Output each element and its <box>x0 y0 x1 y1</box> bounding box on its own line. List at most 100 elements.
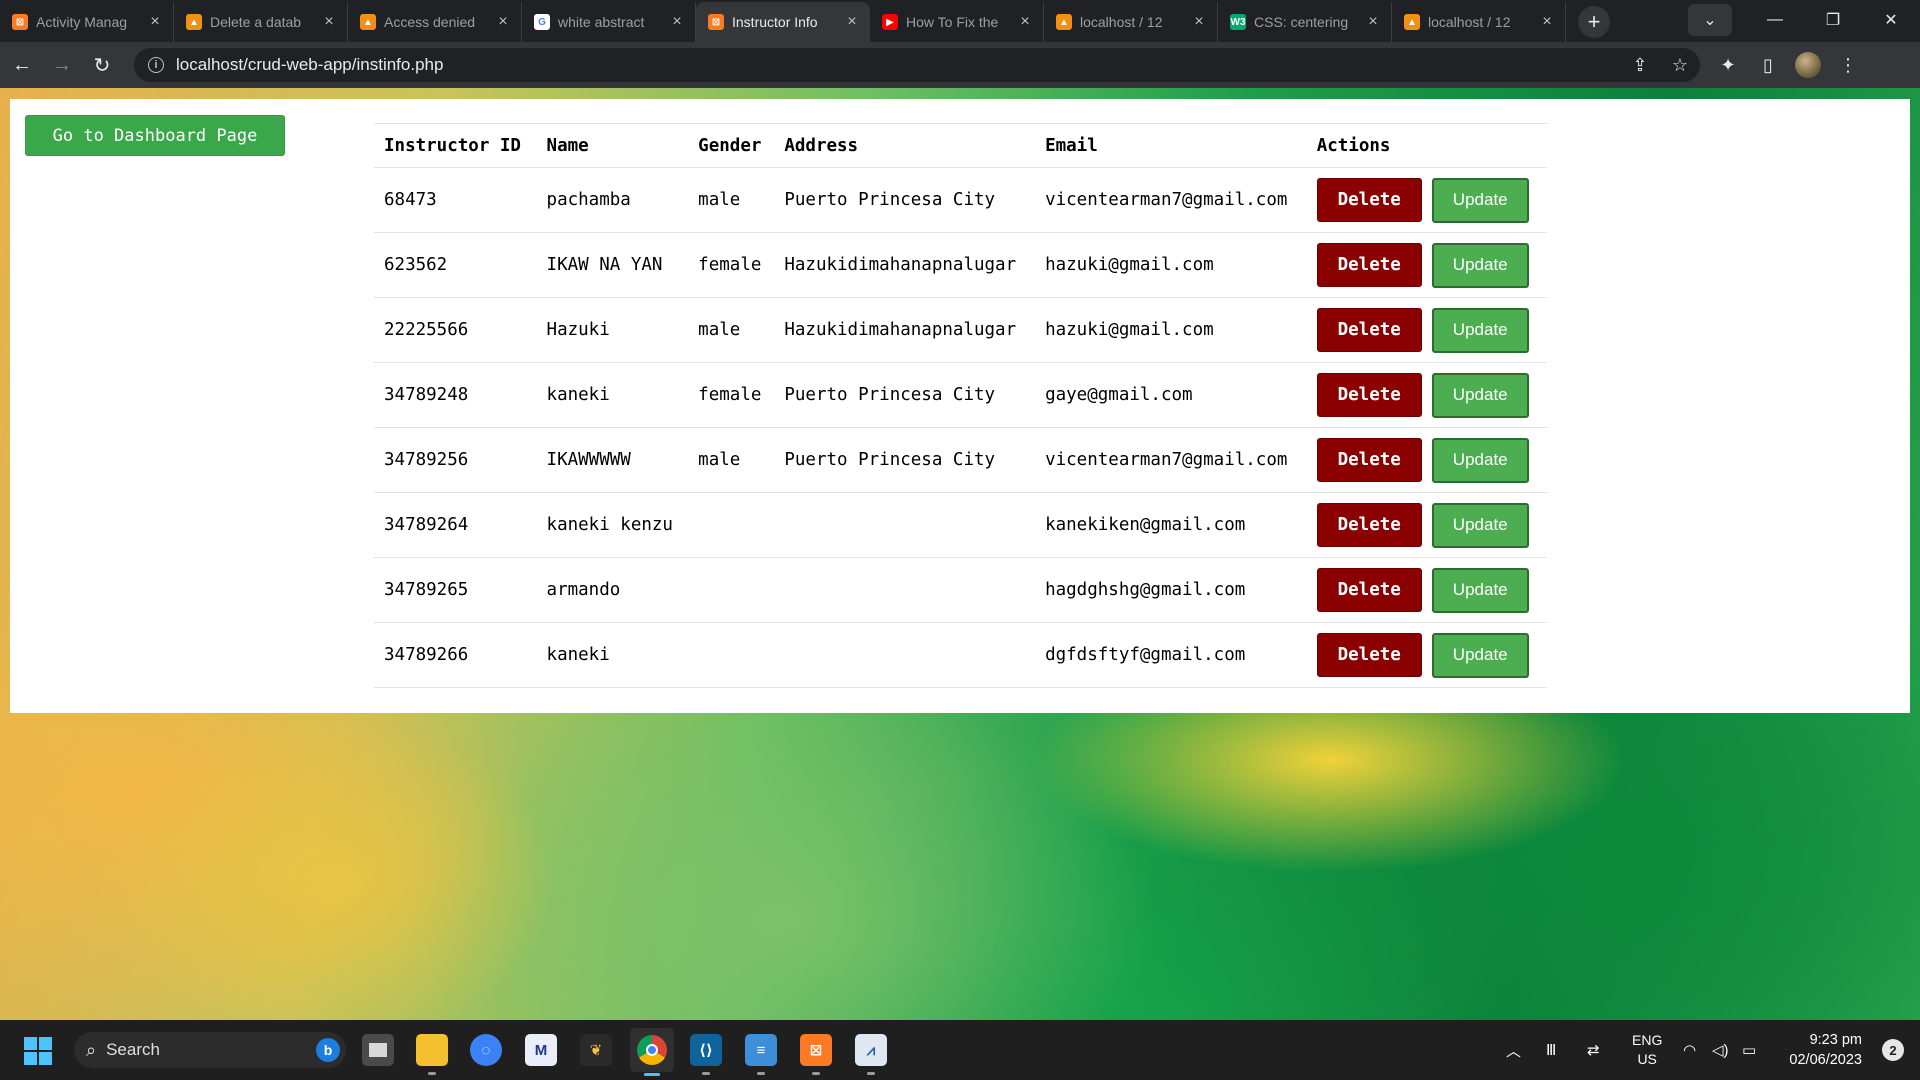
battery-icon[interactable]: ▭ <box>1742 1020 1756 1080</box>
tab-search-button[interactable]: ⌄ <box>1688 4 1732 36</box>
window-controls: ⌄ — ❐ ✕ <box>1688 0 1920 40</box>
cell-address <box>774 492 1036 558</box>
cell-id: 623562 <box>374 232 537 298</box>
delete-button[interactable]: Delete <box>1316 503 1422 547</box>
task-manager-icon[interactable]: ⩘ <box>855 1034 887 1075</box>
task-view-icon[interactable] <box>362 1034 394 1066</box>
cell-gender <box>688 557 775 623</box>
update-button[interactable]: Update <box>1431 242 1529 288</box>
browser-tab[interactable]: W3 CSS: centering × <box>1218 2 1392 42</box>
cell-address <box>774 557 1036 623</box>
delete-button[interactable]: Delete <box>1316 568 1422 612</box>
go-to-dashboard-button[interactable]: Go to Dashboard Page <box>25 115 285 156</box>
corel-icon[interactable]: ❦ <box>580 1034 612 1066</box>
restore-button[interactable]: ❐ <box>1804 0 1862 40</box>
vscode-icon[interactable]: ⟨⟩ <box>690 1034 722 1075</box>
tab-label: localhost / 12 <box>1428 14 1511 30</box>
delete-button[interactable]: Delete <box>1316 178 1422 222</box>
extensions-puzzle-icon[interactable]: ✦ <box>1708 47 1748 83</box>
language-indicator[interactable]: ENG US <box>1632 1020 1662 1080</box>
tab-favicon-icon: G <box>534 14 550 30</box>
show-hidden-icons-chevron-icon[interactable]: ︿ <box>1506 1020 1521 1080</box>
share-icon[interactable]: ⇪ <box>1620 55 1660 76</box>
forward-button[interactable]: → <box>44 47 80 83</box>
cell-name: kaneki <box>536 622 689 688</box>
table-row: 623562 IKAW NA YAN female Hazukidimahanapna… <box>374 232 1547 298</box>
tray-app-icon[interactable]: Ⅲ <box>1546 1020 1556 1080</box>
chat-icon[interactable]: ◌ <box>470 1034 502 1066</box>
browser-tab[interactable]: ▲ Access denied × <box>348 2 522 42</box>
tab-favicon-icon: ⊠ <box>708 14 724 30</box>
update-button[interactable]: Update <box>1431 437 1529 483</box>
tab-favicon-icon: ▲ <box>186 14 202 30</box>
address-bar[interactable]: i localhost/crud-web-app/instinfo.php ⇪ … <box>134 48 1700 82</box>
reload-button[interactable]: ↻ <box>84 47 120 83</box>
tab-close-icon[interactable]: × <box>1539 13 1555 31</box>
tab-close-icon[interactable]: × <box>147 13 163 31</box>
bing-icon[interactable]: b <box>316 1038 340 1062</box>
browser-tab[interactable]: ▶ How To Fix the × <box>870 2 1044 42</box>
minimize-button[interactable]: — <box>1746 0 1804 40</box>
tab-label: white abstract <box>558 14 645 30</box>
browser-tab[interactable]: ⊠ Activity Manag × <box>0 2 174 42</box>
gmail-m-icon[interactable]: M <box>525 1034 557 1066</box>
update-button[interactable]: Update <box>1431 502 1529 548</box>
cell-address: Hazukidimahanapnalugar <box>774 232 1036 298</box>
update-button[interactable]: Update <box>1431 632 1529 678</box>
tab-close-icon[interactable]: × <box>321 13 337 31</box>
tab-favicon-icon: ▲ <box>360 14 376 30</box>
side-panel-icon[interactable]: ▯ <box>1748 47 1788 83</box>
chrome-icon[interactable] <box>630 1028 674 1076</box>
table-row: 34789264 kaneki kenzu kanekiken@gmail.com D… <box>374 492 1547 558</box>
wifi-icon[interactable]: ◠ <box>1683 1020 1696 1080</box>
cell-name: IKAW NA YAN <box>536 232 689 298</box>
file-explorer-icon[interactable] <box>416 1034 448 1075</box>
url-text[interactable]: localhost/crud-web-app/instinfo.php <box>176 55 1620 75</box>
volume-icon[interactable]: ◁) <box>1712 1020 1729 1080</box>
delete-button[interactable]: Delete <box>1316 373 1422 417</box>
taskbar-search-box[interactable]: ⌕ Search b <box>74 1032 346 1068</box>
browser-menu-icon[interactable]: ⋮ <box>1828 47 1868 83</box>
tray-network-transfer-icon[interactable]: ⇄ <box>1587 1020 1600 1080</box>
browser-tab[interactable]: Gwhite abstract × <box>522 2 696 42</box>
tab-close-icon[interactable]: × <box>1017 13 1033 31</box>
taskbar: ⌕ Search b ◌ M ❦ ⟨⟩ ≡ ⊠ ⩘ ︿ Ⅲ ⇄ ENG US ◠… <box>0 1020 1920 1080</box>
delete-button[interactable]: Delete <box>1316 243 1422 287</box>
clock[interactable]: 9:23 pm 02/06/2023 <box>1789 1030 1862 1070</box>
delete-button[interactable]: Delete <box>1316 308 1422 352</box>
cell-actions: Delete Update <box>1306 232 1547 298</box>
cell-name: pachamba <box>536 167 689 233</box>
cell-gender: male <box>688 297 775 363</box>
browser-toolbar: ← → ↻ i localhost/crud-web-app/instinfo.… <box>0 42 1920 88</box>
close-window-button[interactable]: ✕ <box>1862 0 1920 40</box>
start-windows-icon[interactable] <box>24 1037 52 1065</box>
column-header: Email <box>1035 123 1307 168</box>
notification-badge[interactable]: 2 <box>1882 1039 1904 1061</box>
back-button[interactable]: ← <box>4 47 40 83</box>
new-tab-button[interactable]: + <box>1578 6 1610 38</box>
update-button[interactable]: Update <box>1431 372 1529 418</box>
update-button[interactable]: Update <box>1431 177 1529 223</box>
tab-close-icon[interactable]: × <box>844 13 860 31</box>
tab-close-icon[interactable]: × <box>495 13 511 31</box>
tab-close-icon[interactable]: × <box>1365 13 1381 31</box>
cell-gender: female <box>688 362 775 428</box>
tab-close-icon[interactable]: × <box>1191 13 1207 31</box>
cell-id: 68473 <box>374 167 537 233</box>
table-row: 68473 pachamba male Puerto Princesa City vic… <box>374 167 1547 233</box>
site-info-icon[interactable]: i <box>148 57 164 73</box>
notepad-icon[interactable]: ≡ <box>745 1034 777 1075</box>
browser-tab[interactable]: ▲ localhost / 12 × <box>1392 2 1566 42</box>
xampp-icon[interactable]: ⊠ <box>800 1034 832 1075</box>
tab-close-icon[interactable]: × <box>669 13 685 31</box>
delete-button[interactable]: Delete <box>1316 438 1422 482</box>
cell-actions: Delete Update <box>1306 297 1547 363</box>
update-button[interactable]: Update <box>1431 307 1529 353</box>
browser-tab[interactable]: ▲ Delete a datab × <box>174 2 348 42</box>
profile-avatar[interactable] <box>1788 47 1828 83</box>
browser-tab[interactable]: ⊠ Instructor Info × <box>696 2 870 42</box>
browser-tab[interactable]: ▲ localhost / 12 × <box>1044 2 1218 42</box>
update-button[interactable]: Update <box>1431 567 1529 613</box>
delete-button[interactable]: Delete <box>1316 633 1422 677</box>
bookmark-star-icon[interactable]: ☆ <box>1660 55 1700 76</box>
